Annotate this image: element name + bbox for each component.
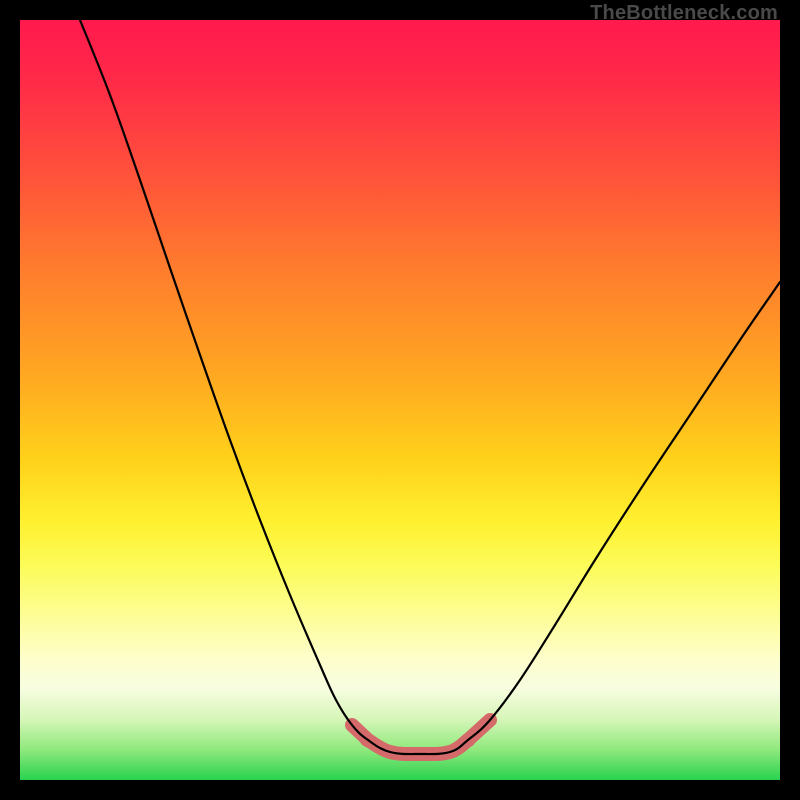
curve-plot [20,20,780,780]
watermark-text: TheBottleneck.com [590,2,778,25]
trough-highlight [352,720,490,754]
bottleneck-curve [80,20,780,754]
chart-frame: TheBottleneck.com [0,0,800,800]
